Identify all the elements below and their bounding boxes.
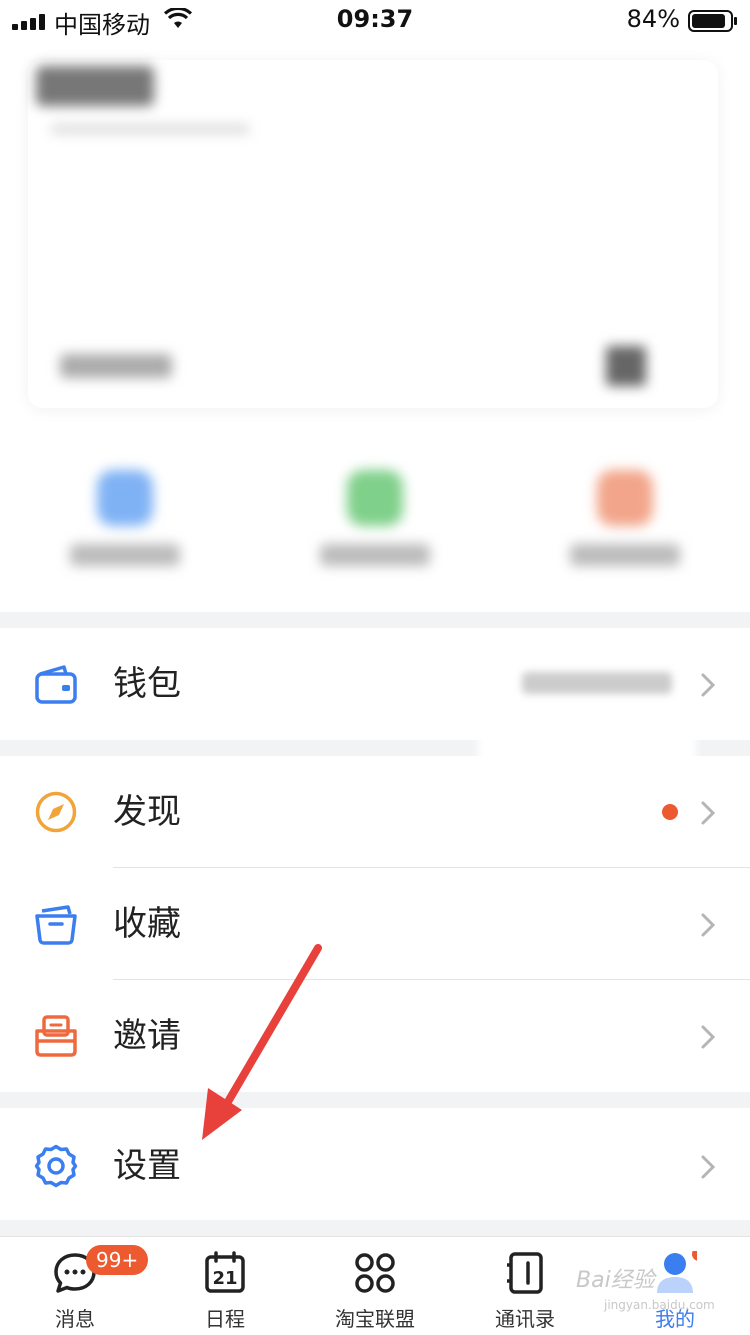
- calendar-date: 21: [212, 1268, 237, 1289]
- menu-label-wallet: 钱包: [113, 664, 181, 704]
- menu-label-favorites: 收藏: [113, 904, 181, 944]
- notification-dot: [662, 804, 678, 820]
- qr-code-icon[interactable]: [606, 346, 646, 386]
- tab-label: 消息: [55, 1307, 95, 1331]
- chevron-right-icon: [701, 801, 716, 825]
- contacts-book-icon: [507, 1252, 543, 1294]
- gift-box-icon: [35, 1015, 77, 1057]
- profile-header[interactable]: [0, 40, 750, 612]
- menu-group-main: 发现 收藏 邀请: [0, 756, 750, 1092]
- tab-taobao-union[interactable]: 淘宝联盟: [300, 1237, 450, 1335]
- shortcut-3[interactable]: [555, 470, 695, 566]
- profile-icon: [657, 1251, 697, 1293]
- grid-apps-icon: [355, 1253, 395, 1293]
- book-icon: [347, 470, 403, 526]
- menu-group-settings: 设置: [0, 1108, 750, 1220]
- tab-label: 淘宝联盟: [335, 1307, 415, 1331]
- chevron-right-icon: [701, 913, 716, 937]
- calendar-icon: 21: [205, 1251, 245, 1293]
- tab-label: 日程: [205, 1307, 245, 1331]
- blurred-user-subtitle: [50, 124, 250, 134]
- shortcut-2[interactable]: [305, 470, 445, 566]
- wallet-icon: [35, 665, 77, 704]
- chevron-right-icon: [701, 1155, 716, 1179]
- shortcut-1[interactable]: [55, 470, 195, 566]
- watermark: Bai经验: [576, 1268, 655, 1293]
- tab-label: 通讯录: [495, 1307, 555, 1331]
- menu-label-discover: 发现: [113, 792, 181, 832]
- bag-icon: [597, 470, 653, 526]
- menu-item-settings[interactable]: 设置: [0, 1108, 750, 1220]
- menu-group-wallet: 钱包: [0, 628, 750, 788]
- tab-messages[interactable]: 99+ 消息: [0, 1237, 150, 1335]
- blurred-user-name: [36, 66, 154, 106]
- battery-icon: [688, 10, 737, 32]
- tab-calendar[interactable]: 21 日程: [150, 1237, 300, 1335]
- menu-label-invite: 邀请: [113, 1016, 181, 1056]
- menu-item-favorites[interactable]: 收藏: [0, 868, 750, 980]
- heart-shield-icon: [97, 470, 153, 526]
- chevron-right-icon: [701, 1025, 716, 1049]
- blurred-card-caption: [60, 354, 172, 378]
- menu-item-discover[interactable]: 发现: [0, 756, 750, 868]
- folder-icon: [35, 905, 77, 945]
- menu-label-settings: 设置: [113, 1146, 181, 1186]
- menu-item-invite[interactable]: 邀请: [0, 980, 750, 1092]
- compass-icon: [35, 791, 77, 833]
- chevron-right-icon: [701, 673, 716, 697]
- gear-icon: [34, 1144, 78, 1188]
- unread-badge: 99+: [86, 1245, 149, 1275]
- menu-item-wallet[interactable]: 钱包: [0, 628, 750, 788]
- battery-percentage: 84%: [626, 5, 680, 33]
- status-bar: 中国移动 09:37 84%: [0, 0, 750, 40]
- annotation-arrow: [202, 944, 322, 1140]
- watermark-url: jingyan.baidu.com: [604, 1298, 715, 1312]
